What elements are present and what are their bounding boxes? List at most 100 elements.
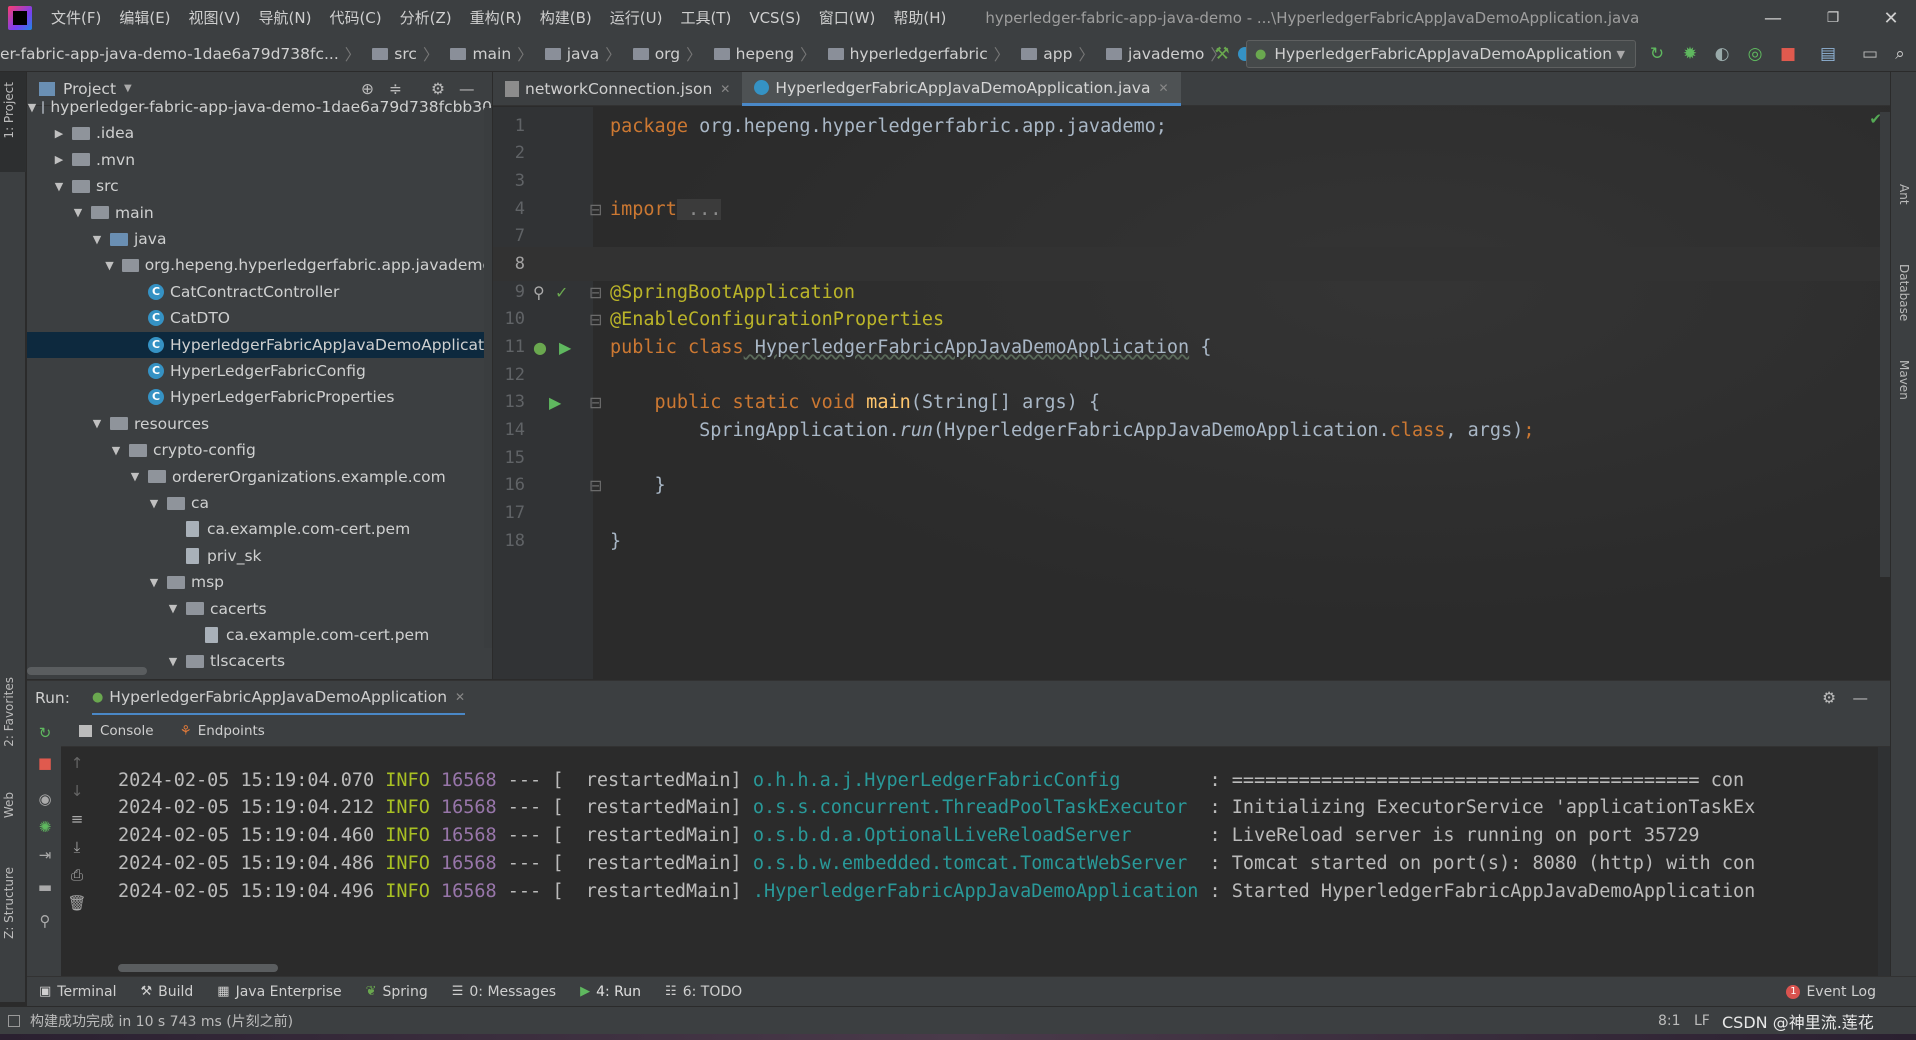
log-logger[interactable]: .HyperledgerFabricAppJavaDemoApplication <box>742 881 1199 902</box>
log-logger[interactable]: o.s.b.d.a.OptionalLiveReloadServer <box>742 825 1199 846</box>
folded-imports[interactable]: ... <box>676 198 722 220</box>
tree-item[interactable]: ▶ .mvn <box>27 147 492 173</box>
project-vertical-scrollbar[interactable] <box>484 108 492 648</box>
tree-item[interactable]: ▼ resources <box>27 411 492 437</box>
fold-icon[interactable]: ⊟ <box>589 310 602 329</box>
tree-item[interactable]: ▼ crypto-config <box>27 437 492 463</box>
console-horizontal-scrollbar[interactable] <box>118 964 278 972</box>
editor-vertical-scrollbar[interactable] <box>1880 112 1890 577</box>
tree-item[interactable]: ▼ main <box>27 200 492 226</box>
log-logger[interactable]: o.s.s.concurrent.ThreadPoolTaskExecutor <box>742 797 1199 818</box>
maven-tool-tab[interactable]: Maven <box>1897 360 1911 400</box>
database-tool-tab[interactable]: Database <box>1897 264 1911 321</box>
build-hammer-icon[interactable]: ⚒ <box>1210 42 1234 66</box>
menu-item[interactable]: 工具(T) <box>671 0 740 36</box>
project-horizontal-scrollbar[interactable] <box>27 667 147 675</box>
menu-item[interactable]: 编辑(E) <box>110 0 179 36</box>
update-app-icon[interactable]: ✺ <box>35 817 55 837</box>
tab-console[interactable]: Console <box>79 723 154 739</box>
menu-item[interactable]: 代码(C) <box>320 0 390 36</box>
fold-icon[interactable]: ⊟ <box>589 283 602 302</box>
tool-tab[interactable]: ☰ 0: Messages <box>452 984 556 1000</box>
breadcrumb-item[interactable]: app 〉 <box>1015 43 1100 65</box>
collapse-arrow-icon[interactable]: ▶ <box>52 153 66 166</box>
tool-tab[interactable]: ⚒ Build <box>140 984 193 1000</box>
tab-demo-application-java[interactable]: HyperledgerFabricAppJavaDemoApplication.… <box>742 72 1181 106</box>
toggle-tool-windows-icon[interactable] <box>8 1014 20 1027</box>
expand-arrow-icon[interactable]: ▼ <box>90 233 104 246</box>
run-config-tab[interactable]: ● HyperledgerFabricAppJavaDemoApplicatio… <box>91 681 466 715</box>
tree-item[interactable]: C HyperledgerFabricAppJavaDemoApplicat <box>27 331 492 358</box>
close-tab-icon[interactable]: ✕ <box>720 82 730 96</box>
tool-tab[interactable]: ▦ Java Enterprise <box>217 984 341 1000</box>
ant-tool-tab[interactable]: Ant <box>1897 184 1911 205</box>
rerun-icon[interactable]: ↻ <box>1645 42 1669 66</box>
gear-icon[interactable]: ⚙ <box>1822 689 1836 707</box>
line-separator[interactable]: LF <box>1694 1013 1710 1029</box>
tree-item[interactable]: ▼ ordererOrganizations.example.com <box>27 464 492 490</box>
rerun-icon[interactable]: ↻ <box>35 723 55 743</box>
tree-item[interactable]: ▼ java <box>27 226 492 252</box>
print-icon[interactable]: ⎙ <box>67 865 87 885</box>
breadcrumb-item[interactable]: hepeng 〉 <box>708 43 822 65</box>
stop-icon[interactable]: ■ <box>35 753 55 773</box>
tree-item[interactable]: ca.example.com-cert.pem <box>27 622 492 648</box>
menu-item[interactable]: 运行(U) <box>601 0 672 36</box>
terminal-window-icon[interactable]: ▭ <box>1858 42 1882 66</box>
menu-item[interactable]: 导航(N) <box>250 0 321 36</box>
minimize-icon[interactable]: — <box>1750 0 1796 36</box>
tab-endpoints[interactable]: ⚘ Endpoints <box>180 723 265 739</box>
expand-arrow-icon[interactable]: ▼ <box>28 101 36 114</box>
tree-item[interactable]: ▼ org.hepeng.hyperledgerfabric.app.javade… <box>27 252 492 278</box>
run-main-icon[interactable]: ▶ <box>549 393 561 412</box>
tree-item[interactable]: ▼ ca <box>27 490 492 516</box>
fold-icon[interactable]: ⊟ <box>589 393 602 412</box>
close-tab-icon[interactable]: ✕ <box>1158 81 1168 95</box>
tree-item[interactable]: ▼ hyperledger-fabric-app-java-demo-1dae6a… <box>27 94 492 120</box>
coverage-icon[interactable]: ◐ <box>1710 42 1734 66</box>
breadcrumb-item[interactable]: main 〉 <box>444 43 538 65</box>
tree-item[interactable]: ▼ src <box>27 173 492 199</box>
log-logger[interactable]: o.h.h.a.j.HyperLedgerFabricConfig <box>742 770 1199 791</box>
scroll-to-end-icon[interactable]: ⤓ <box>67 837 87 857</box>
project-structure-icon[interactable]: ▤ <box>1816 42 1840 66</box>
expand-arrow-icon[interactable]: ▼ <box>147 576 161 589</box>
menu-item[interactable]: 视图(V) <box>180 0 250 36</box>
tab-network-connection-json[interactable]: networkConnection.json ✕ <box>493 72 742 106</box>
breadcrumb-item[interactable]: hyperledgerfabric 〉 <box>822 43 1016 65</box>
web-tool-tab[interactable]: Web <box>2 792 16 818</box>
fold-icon[interactable]: ⊟ <box>589 200 602 219</box>
breadcrumb-item[interactable]: java 〉 <box>539 43 627 65</box>
restore-icon[interactable]: ❐ <box>1810 0 1856 36</box>
tree-item[interactable]: C HyperLedgerFabricConfig <box>27 358 492 384</box>
tree-item[interactable]: ca.example.com-cert.pem <box>27 516 492 542</box>
breadcrumb-item[interactable]: er-fabric-app-java-demo-1dae6a79d738fc..… <box>0 43 366 65</box>
restore-layout-icon[interactable]: ⇥ <box>35 845 55 865</box>
pin-icon[interactable]: ⚲ <box>35 911 55 931</box>
hide-panel-icon[interactable]: — <box>1853 689 1869 707</box>
menu-item[interactable]: 文件(F) <box>42 0 110 36</box>
log-logger[interactable]: o.s.b.w.embedded.tomcat.TomcatWebServer <box>742 853 1199 874</box>
code-editor[interactable]: networkConnection.json ✕ HyperledgerFabr… <box>493 72 1890 679</box>
soft-wrap-icon[interactable]: ≡ <box>67 809 87 829</box>
bean-search-icon[interactable]: ⚲ <box>533 283 545 302</box>
expand-arrow-icon[interactable]: ▼ <box>52 180 66 193</box>
close-window-icon[interactable]: ✕ <box>1868 0 1914 36</box>
favorites-tool-tab[interactable]: 2: Favorites <box>2 677 16 747</box>
tree-item[interactable]: C CatDTO <box>27 305 492 331</box>
tool-tab[interactable]: ▶ 4: Run <box>580 984 641 1000</box>
scroll-up-icon[interactable]: ↑ <box>67 753 87 773</box>
event-log-button[interactable]: 1 Event Log <box>1786 984 1876 1000</box>
scroll-down-icon[interactable]: ↓ <box>67 781 87 801</box>
expand-arrow-icon[interactable]: ▼ <box>109 444 123 457</box>
debug-icon[interactable]: ✹ <box>1678 42 1702 66</box>
fold-icon[interactable]: ⊟ <box>589 476 602 495</box>
caret-position[interactable]: 8:1 <box>1658 1013 1681 1029</box>
breadcrumb-item[interactable]: src 〉 <box>366 43 444 65</box>
tool-tab[interactable]: ❦ Spring <box>366 984 428 1000</box>
tree-item[interactable]: ▼ msp <box>27 569 492 595</box>
expand-arrow-icon[interactable]: ▼ <box>166 602 180 615</box>
close-tab-icon[interactable]: ✕ <box>455 690 465 704</box>
tree-item[interactable]: C HyperLedgerFabricProperties <box>27 384 492 410</box>
build-status-message[interactable]: 构建成功完成 in 10 s 743 ms (片刻之前) <box>30 1011 293 1031</box>
